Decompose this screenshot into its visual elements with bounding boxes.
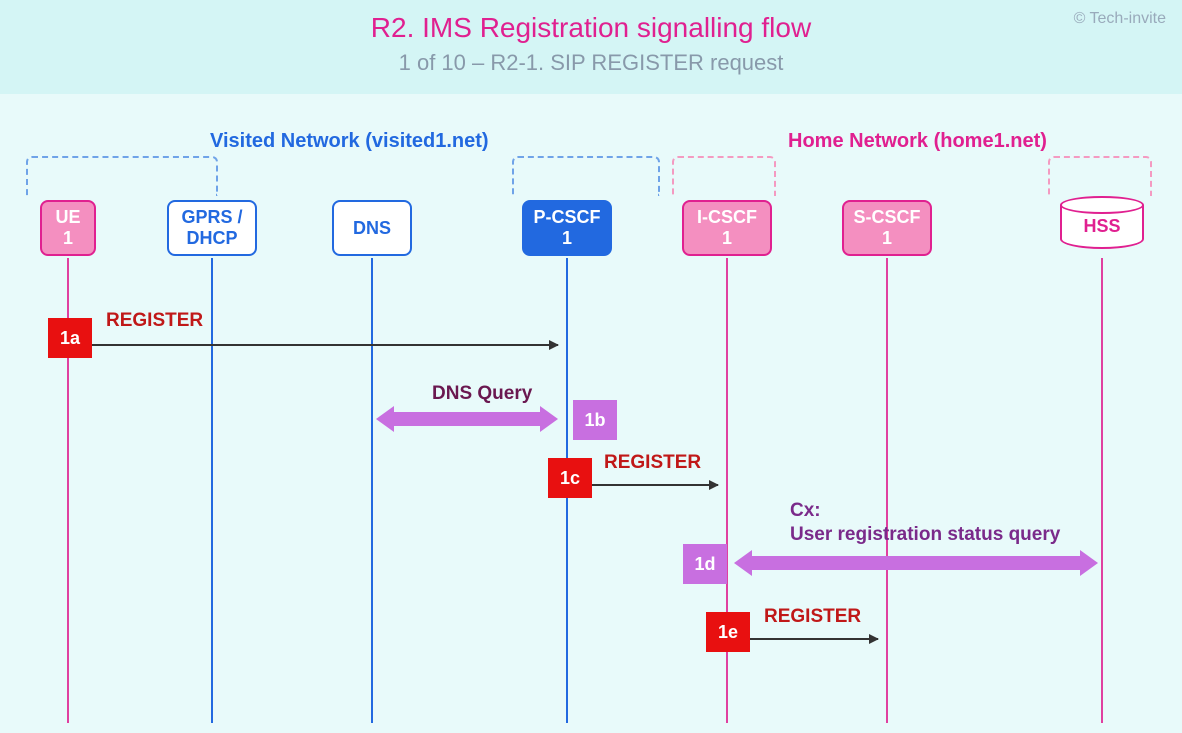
node-ue: UE 1 (40, 200, 96, 256)
node-pcscf-line1: P-CSCF (534, 207, 601, 228)
lifeline-hss (1101, 258, 1103, 723)
visited-bracket-left (26, 156, 218, 196)
lifeline-scscf (886, 258, 888, 723)
step-1d-label1: Cx: (790, 500, 821, 522)
diagram-subtitle: 1 of 10 – R2-1. SIP REGISTER request (0, 50, 1182, 76)
node-scscf-line1: S-CSCF (854, 207, 921, 228)
step-1c-label: REGISTER (604, 452, 701, 474)
step-1d-box: 1d (683, 544, 727, 584)
node-scscf: S-CSCF 1 (842, 200, 932, 256)
diagram-header: R2. IMS Registration signalling flow 1 o… (0, 0, 1182, 94)
step-1a-box: 1a (48, 318, 92, 358)
node-dns-label: DNS (353, 218, 391, 239)
node-icscf-line1: I-CSCF (697, 207, 757, 228)
diagram-title: R2. IMS Registration signalling flow (0, 12, 1182, 44)
step-1b-box: 1b (573, 400, 617, 440)
step-1e-label: REGISTER (764, 606, 861, 628)
node-pcscf-line2: 1 (562, 228, 572, 249)
arrow-1d (750, 556, 1082, 570)
home-network-label: Home Network (home1.net) (788, 130, 1047, 153)
node-scscf-line2: 1 (882, 228, 892, 249)
lifeline-icscf (726, 258, 728, 723)
node-gprs-line2: DHCP (186, 228, 237, 249)
home-bracket-right (1048, 156, 1152, 196)
hss-cylinder-top (1060, 196, 1144, 214)
node-ue-line2: 1 (63, 228, 73, 249)
visited-network-label: Visited Network (visited1.net) (210, 130, 489, 153)
arrow-1e (750, 638, 878, 640)
arrow-1b (392, 412, 542, 426)
node-icscf: I-CSCF 1 (682, 200, 772, 256)
step-1b-label: DNS Query (432, 383, 532, 405)
sequence-diagram: Visited Network (visited1.net) Home Netw… (0, 100, 1182, 733)
node-dns: DNS (332, 200, 412, 256)
node-gprs-dhcp: GPRS / DHCP (167, 200, 257, 256)
arrow-1a (92, 344, 558, 346)
step-1c-box: 1c (548, 458, 592, 498)
step-1e-box: 1e (706, 612, 750, 652)
node-icscf-line2: 1 (722, 228, 732, 249)
visited-bracket-right (512, 156, 660, 196)
node-gprs-line1: GPRS / (181, 207, 242, 228)
step-1a-label: REGISTER (106, 310, 203, 332)
node-hss-label: HSS (1083, 216, 1120, 237)
step-1d-label2: User registration status query (790, 524, 1060, 546)
copyright-text: © Tech-invite (1074, 10, 1166, 28)
lifeline-gprs (211, 258, 213, 723)
home-bracket-left (672, 156, 776, 196)
arrow-1c (592, 484, 718, 486)
node-hss: HSS (1060, 196, 1144, 249)
node-pcscf: P-CSCF 1 (522, 200, 612, 256)
lifeline-dns (371, 258, 373, 723)
node-ue-line1: UE (55, 207, 80, 228)
